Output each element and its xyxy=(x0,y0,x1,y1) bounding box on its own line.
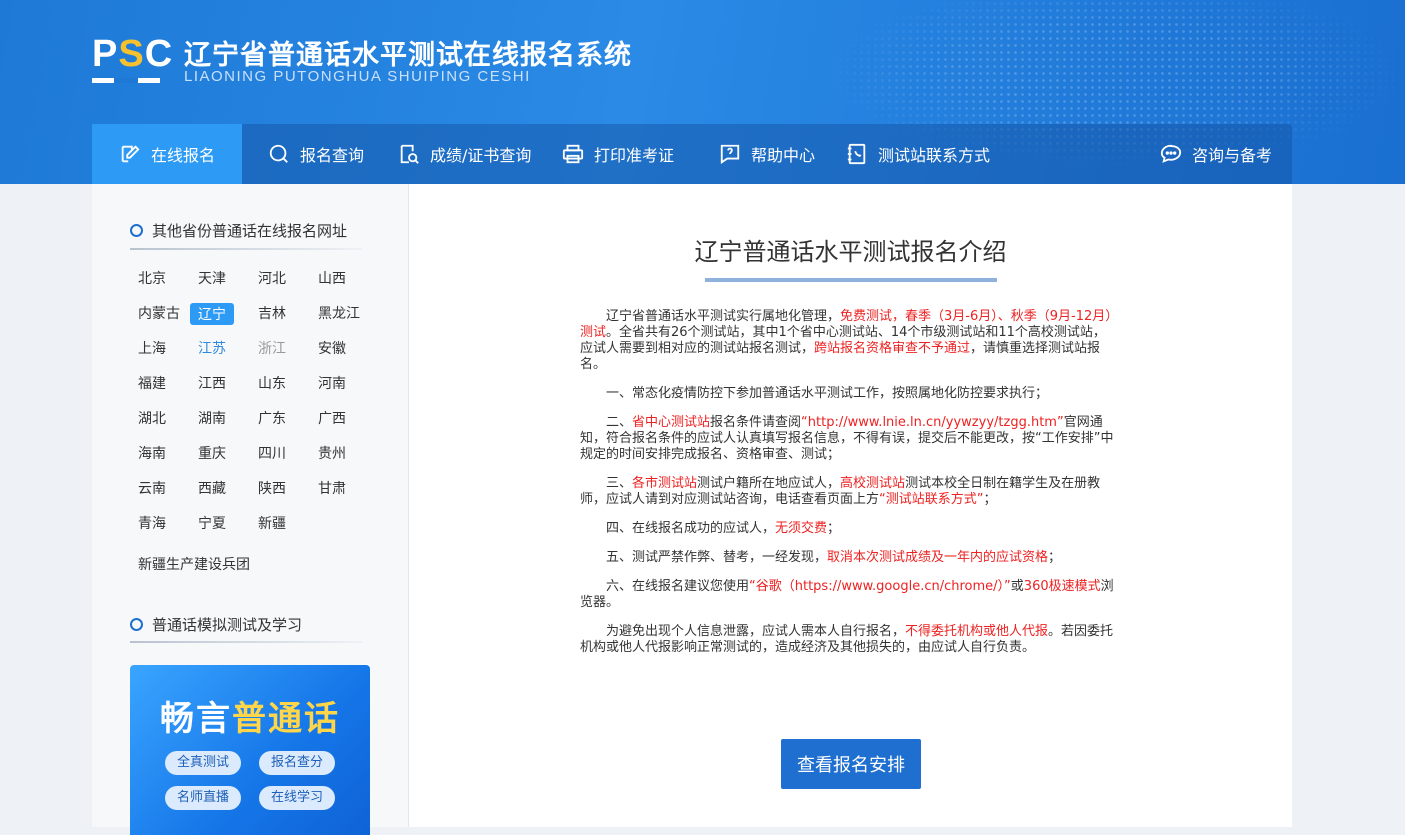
province-link[interactable]: 黑龙江 xyxy=(318,303,360,323)
province-link[interactable]: 安徽 xyxy=(318,338,346,358)
province-link[interactable]: 甘肃 xyxy=(318,478,346,498)
rule-4: 四、在线报名成功的应试人，无须交费； xyxy=(606,521,841,536)
psc-logo[interactable]: PSC xyxy=(92,34,172,86)
province-link[interactable]: 宁夏 xyxy=(198,513,226,533)
province-link[interactable]: 新疆 xyxy=(258,513,286,533)
province-link[interactable]: 上海 xyxy=(138,338,166,358)
banner-pill-score-query[interactable]: 报名查分 xyxy=(259,751,336,775)
circle-bullet-icon xyxy=(130,618,143,631)
circle-bullet-icon xyxy=(130,224,143,237)
province-link[interactable]: 山东 xyxy=(258,373,286,393)
chat-icon xyxy=(1160,144,1182,163)
sidebar: 其他省份普通话在线报名网址 北京 天津 河北 山西内蒙古 辽宁 吉林 黑龙江上海 江苏 浙江 安徽… xyxy=(92,184,409,835)
practice-section-title: 普通话模拟测试及学习 xyxy=(130,614,302,635)
header: PSC 辽宁省普通话水平测试在线报名系统 LIAONING PUTONGHUA … xyxy=(0,0,1405,184)
province-link[interactable]: 广西 xyxy=(318,408,346,428)
banner-title: 畅言普通话 xyxy=(160,699,340,739)
nav-item-help-center[interactable]: 帮助中心 xyxy=(719,124,815,184)
province-link[interactable]: 四川 xyxy=(258,443,286,463)
phone-book-icon xyxy=(847,143,866,165)
province-link[interactable]: 江苏 xyxy=(198,338,226,358)
province-link-bingtuan[interactable]: 新疆生产建设兵团 xyxy=(138,554,250,574)
province-link[interactable]: 江西 xyxy=(198,373,226,393)
nav-item-score-query[interactable]: 成绩/证书查询 xyxy=(398,124,531,184)
province-link[interactable]: 辽宁 xyxy=(190,303,234,325)
official-link[interactable]: “http://www.lnie.ln.cn/yywzyy/tzgg.htm” xyxy=(801,415,1064,430)
province-link[interactable]: 陕西 xyxy=(258,478,286,498)
province-link[interactable]: 海南 xyxy=(138,443,166,463)
province-link[interactable]: 内蒙古 xyxy=(138,303,180,323)
province-link[interactable]: 云南 xyxy=(138,478,166,498)
nav-item-consult-prepare[interactable]: 咨询与备考 xyxy=(1160,124,1272,184)
province-link[interactable]: 浙江 xyxy=(258,338,286,358)
nav-item-online-signup[interactable]: 在线报名 xyxy=(92,124,242,184)
rule-2: 二、省中心测试站报名条件请查阅“http://www.lnie.ln.cn/yy… xyxy=(580,415,1114,462)
banner-pill-real-test[interactable]: 全真测试 xyxy=(165,751,242,775)
nav-item-signup-query[interactable]: 报名查询 xyxy=(268,124,364,184)
province-link[interactable]: 北京 xyxy=(138,268,166,288)
province-link[interactable]: 西藏 xyxy=(198,478,226,498)
province-link[interactable]: 河南 xyxy=(318,373,346,393)
intro-article: 辽宁省普通话水平测试实行属地化管理，免费测试，春季（3月-6月）、秋季（9月-1… xyxy=(580,309,1118,669)
changyan-banner[interactable]: 畅言普通话 全真测试 报名查分 名师直播 在线学习 xyxy=(130,665,370,835)
province-link[interactable]: 吉林 xyxy=(258,303,286,323)
intro-paragraph: 辽宁省普通话水平测试实行属地化管理，免费测试，春季（3月-6月）、秋季（9月-1… xyxy=(580,309,1112,372)
nav-item-station-contacts[interactable]: 测试站联系方式 xyxy=(846,124,990,184)
view-schedule-button[interactable]: 查看报名安排 xyxy=(781,739,921,789)
help-icon xyxy=(720,144,740,164)
rule-1: 一、常态化疫情防控下参加普通话水平测试工作，按照属地化防控要求执行； xyxy=(606,386,1049,401)
main-content: 辽宁普通话水平测试报名介绍 辽宁省普通话水平测试实行属地化管理，免费测试，春季（… xyxy=(409,184,1292,827)
province-link[interactable]: 青海 xyxy=(138,513,166,533)
province-link[interactable]: 重庆 xyxy=(198,443,226,463)
province-link[interactable]: 湖南 xyxy=(198,408,226,428)
provinces-section-title: 其他省份普通话在线报名网址 xyxy=(130,220,347,241)
edit-icon xyxy=(121,145,140,163)
banner-pill-live-class[interactable]: 名师直播 xyxy=(165,786,242,810)
site-title: 辽宁省普通话水平测试在线报名系统 xyxy=(184,40,632,71)
rule-5: 五、测试严禁作弊、替考，一经发现，取消本次测试成绩及一年内的应试资格； xyxy=(606,550,1062,565)
rule-3: 三、各市测试站测试户籍所在地应试人，高校测试站测试本校全日制在籍学生及在册教师，… xyxy=(580,476,1101,507)
chrome-link[interactable]: “谷歌（https://www.google.cn/chrome/）” xyxy=(749,579,1011,594)
province-link[interactable]: 天津 xyxy=(198,268,226,288)
title-underline xyxy=(705,278,997,282)
province-link[interactable]: 湖北 xyxy=(138,408,166,428)
site-subtitle: LIAONING PUTONGHUA SHUIPING CESHI xyxy=(184,68,531,85)
logo-text: PSC xyxy=(92,33,174,75)
main-nav: 在线报名 报名查询 成绩/证书查询 打印准考证 帮助中心 测试站联系方式 咨询与… xyxy=(92,124,1292,184)
privacy-notice: 为避免出现个人信息泄露，应试人需本人自行报名，不得委托机构或他人代报。若因委托机… xyxy=(580,624,1114,655)
province-link[interactable]: 广东 xyxy=(258,408,286,428)
province-link[interactable]: 贵州 xyxy=(318,443,346,463)
province-link[interactable]: 福建 xyxy=(138,373,166,393)
printer-icon xyxy=(562,144,584,164)
province-link[interactable]: 河北 xyxy=(258,268,286,288)
nav-item-print-ticket[interactable]: 打印准考证 xyxy=(562,124,674,184)
search-icon xyxy=(269,144,288,163)
rule-6: 六、在线报名建议您使用“谷歌（https://www.google.cn/chr… xyxy=(580,579,1114,610)
banner-pill-online-learning[interactable]: 在线学习 xyxy=(259,786,336,810)
province-link[interactable]: 山西 xyxy=(318,268,346,288)
page-title: 辽宁普通话水平测试报名介绍 xyxy=(694,238,1007,266)
document-search-icon xyxy=(400,144,419,164)
